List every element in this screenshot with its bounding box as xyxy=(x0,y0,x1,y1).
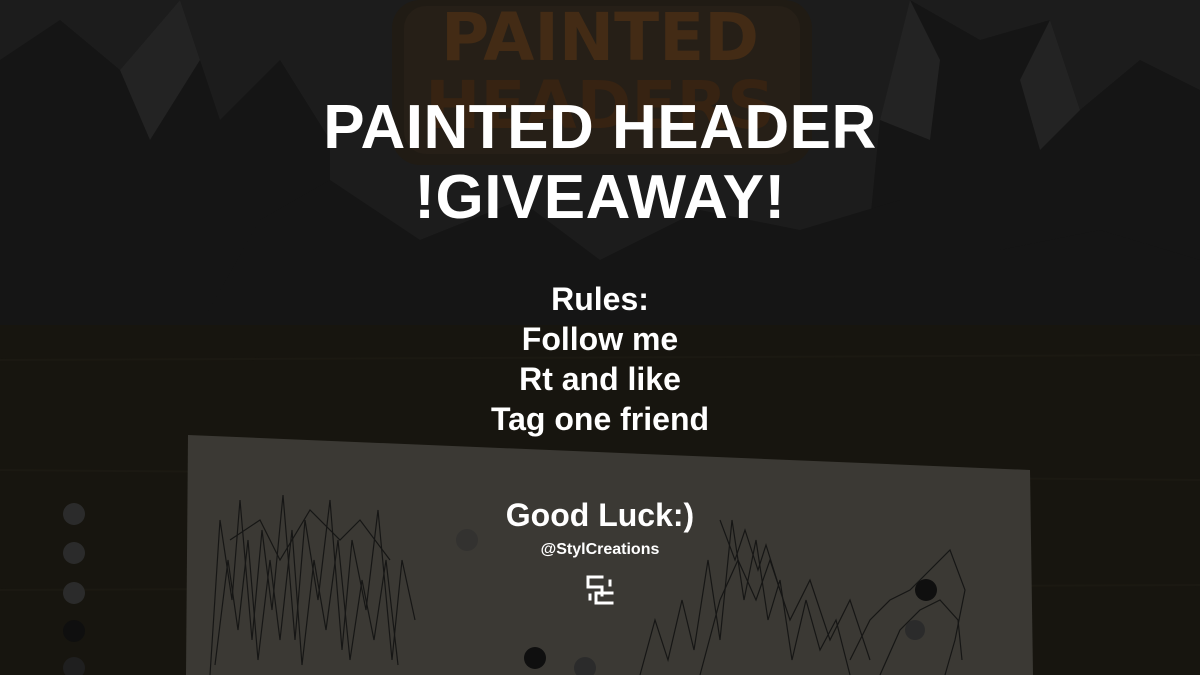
sc-monogram-icon xyxy=(586,575,614,605)
closing-message: Good Luck:) xyxy=(505,497,695,533)
page-title: PAINTED HEADER !GIVEAWAY! xyxy=(323,93,877,233)
rule-item-tag-friend: Tag one friend xyxy=(490,401,710,437)
rules-block: Rules: Follow me Rt and like Tag one fri… xyxy=(491,279,709,439)
giveaway-text-overlay: PAINTED HEADER !GIVEAWAY! Rules: Follow … xyxy=(0,0,1200,675)
rule-item-follow: Follow me xyxy=(521,321,679,357)
rule-item-retweet-like: Rt and like xyxy=(519,361,681,397)
title-line-1: PAINTED HEADER xyxy=(323,93,877,162)
title-line-2: !GIVEAWAY! xyxy=(414,163,786,232)
rules-heading: Rules: xyxy=(551,281,649,317)
author-handle: @StylCreations xyxy=(540,541,660,558)
